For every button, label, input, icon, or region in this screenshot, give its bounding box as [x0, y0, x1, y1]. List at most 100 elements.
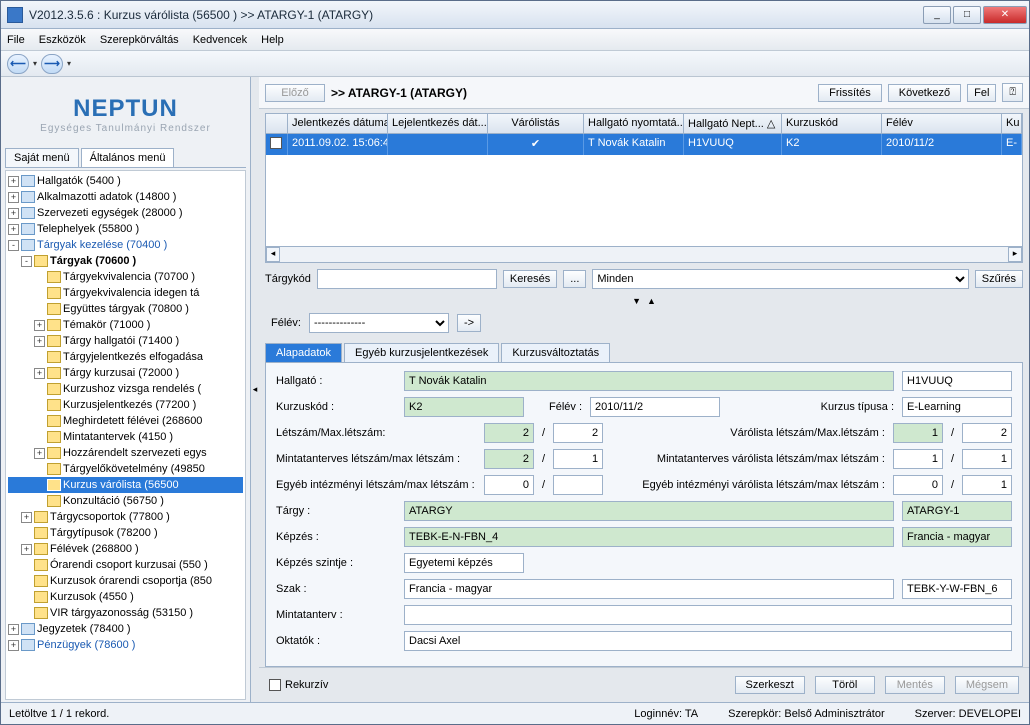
vertical-splitter[interactable]: ◂ [251, 77, 259, 702]
tree-node[interactable]: - Tárgyak kezelése (70400 ) [8, 237, 243, 253]
next-button[interactable]: Következő [888, 84, 961, 102]
tree-label: Meghirdetett félévei (268600 [63, 413, 202, 429]
tree-node[interactable]: Kurzusok (4550 ) [8, 589, 243, 605]
tab-kurzusvaltoztatas[interactable]: Kurzusváltoztatás [501, 343, 610, 362]
expander-icon[interactable]: + [21, 544, 32, 555]
scroll-track[interactable] [280, 247, 1008, 262]
data-grid[interactable]: Jelentkezés dátuma Lejelentkezés dát... … [265, 113, 1023, 263]
refresh-button[interactable]: Frissítés [818, 84, 882, 102]
grid-col[interactable]: Félév [882, 114, 1002, 133]
grid-col[interactable]: Lejelentkezés dát... [388, 114, 488, 133]
menu-rolechange[interactable]: Szerepkörváltás [100, 34, 179, 46]
tab-egyeb-kurzusjelentkezesek[interactable]: Egyéb kurzusjelentkezések [344, 343, 499, 362]
tree-node[interactable]: Kurzushoz vizsga rendelés ( [8, 381, 243, 397]
tree-node[interactable]: + Hozzárendelt szervezeti egys [8, 445, 243, 461]
tree-node[interactable]: Együttes tárgyak (70800 ) [8, 301, 243, 317]
tab-alapadatok[interactable]: Alapadatok [265, 343, 342, 362]
grid-col[interactable]: Ku [1002, 114, 1022, 133]
tree-node[interactable]: Tárgytípusok (78200 ) [8, 525, 243, 541]
tree-node[interactable]: + Telephelyek (55800 ) [8, 221, 243, 237]
nav-forward-button[interactable]: ⟶ [41, 54, 63, 74]
tree-node[interactable]: - Tárgyak (70600 ) [8, 253, 243, 269]
expander-icon[interactable]: + [34, 336, 45, 347]
tree-node[interactable]: + Tárgycsoportok (77800 ) [8, 509, 243, 525]
expander-icon[interactable]: - [8, 240, 19, 251]
expander-icon[interactable]: + [8, 624, 19, 635]
szures-button[interactable]: Szűrés [975, 270, 1023, 288]
kereses-button[interactable]: Keresés [503, 270, 557, 288]
menu-favorites[interactable]: Kedvencek [193, 34, 247, 46]
menu-tools[interactable]: Eszközök [39, 34, 86, 46]
megsem-button[interactable]: Mégsem [955, 676, 1019, 694]
grid-col[interactable]: Várólistás [488, 114, 584, 133]
torol-button[interactable]: Töröl [815, 676, 875, 694]
nav-back-dropdown[interactable]: ▾ [33, 59, 37, 68]
expander-icon[interactable]: + [8, 224, 19, 235]
expander-icon[interactable]: - [21, 256, 32, 267]
tree-node[interactable]: + Hallgatók (5400 ) [8, 173, 243, 189]
tree-node[interactable]: Tárgyekvivalencia (70700 ) [8, 269, 243, 285]
mentes-button[interactable]: Mentés [885, 676, 945, 694]
tree-node[interactable]: + Tárgy kurzusai (72000 ) [8, 365, 243, 381]
horizontal-splitter[interactable]: ▼▲ [259, 295, 1029, 307]
nav-forward-dropdown[interactable]: ▾ [67, 59, 71, 68]
rekurziv-checkbox[interactable]: Rekurzív [269, 679, 328, 691]
navigation-tree[interactable]: + Hallgatók (5400 )+ Alkalmazotti adatok… [5, 170, 246, 700]
expander-icon[interactable]: + [8, 208, 19, 219]
expander-icon[interactable]: + [8, 176, 19, 187]
maximize-button[interactable]: □ [953, 6, 981, 24]
minimize-button[interactable]: _ [923, 6, 951, 24]
tree-node[interactable]: Mintatantervek (4150 ) [8, 429, 243, 445]
szerkeszt-button[interactable]: Szerkeszt [735, 676, 805, 694]
expander-icon[interactable]: + [21, 512, 32, 523]
scroll-right-icon[interactable]: ▸ [1008, 247, 1022, 262]
grid-row[interactable]: 2011.09.02. 15:06:4 ✔ T Novák Katalin H1… [266, 134, 1022, 155]
tree-node[interactable]: Meghirdetett félévei (268600 [8, 413, 243, 429]
tree-node[interactable]: + Témakör (71000 ) [8, 317, 243, 333]
dots-button[interactable]: ... [563, 270, 586, 288]
grid-col[interactable]: Hallgató Nept... △ [684, 114, 782, 133]
scroll-left-icon[interactable]: ◂ [266, 247, 280, 262]
tree-node[interactable]: Kurzusjelentkezés (77200 ) [8, 397, 243, 413]
tree-node[interactable]: + Szervezeti egységek (28000 ) [8, 205, 243, 221]
grid-col[interactable]: Hallgató nyomtatá... [584, 114, 684, 133]
tree-node[interactable]: Órarendi csoport kurzusai (550 ) [8, 557, 243, 573]
grid-col[interactable]: Kurzuskód [782, 114, 882, 133]
expander-icon[interactable]: + [8, 192, 19, 203]
close-button[interactable]: ✕ [983, 6, 1027, 24]
tree-node[interactable]: Kurzusok órarendi csoportja (850 [8, 573, 243, 589]
szak-code-field: TEBK-Y-W-FBN_6 [902, 579, 1012, 599]
expander-icon[interactable]: + [8, 640, 19, 651]
expander-icon[interactable]: + [34, 448, 45, 459]
grid-col[interactable]: Jelentkezés dátuma [288, 114, 388, 133]
tree-node[interactable]: Kurzus várólista (56500 [8, 477, 243, 493]
menu-file[interactable]: File [7, 34, 25, 46]
menu-help[interactable]: Help [261, 34, 284, 46]
expander-icon[interactable]: + [34, 320, 45, 331]
nav-back-button[interactable]: ⟵ [7, 54, 29, 74]
tree-node[interactable]: VIR tárgyazonosság (53150 ) [8, 605, 243, 621]
tree-node[interactable]: + Tárgy hallgatói (71400 ) [8, 333, 243, 349]
up-button[interactable]: Fel [967, 84, 996, 102]
tree-node[interactable]: + Jegyzetek (78400 ) [8, 621, 243, 637]
grid-col-check[interactable] [266, 114, 288, 133]
tab-altalanos-menu[interactable]: Általános menü [81, 148, 175, 167]
targykod-input[interactable] [317, 269, 497, 289]
felev-select[interactable]: -------------- [309, 313, 449, 333]
felev-go-button[interactable]: -> [457, 314, 481, 332]
tree-node[interactable]: + Pénzügyek (78600 ) [8, 637, 243, 653]
tab-sajat-menu[interactable]: Saját menü [5, 148, 79, 167]
filter-select[interactable]: Minden [592, 269, 968, 289]
diamond-icon [21, 191, 35, 203]
expander-icon[interactable]: + [34, 368, 45, 379]
row-checkbox[interactable] [266, 134, 288, 155]
tree-node[interactable]: Tárgyjelentkezés elfogadása [8, 349, 243, 365]
tree-node[interactable]: Konzultáció (56750 ) [8, 493, 243, 509]
help-icon-button[interactable]: ⍰ [1002, 83, 1023, 102]
tree-node[interactable]: Tárgyelőkövetelmény (49850 [8, 461, 243, 477]
tree-node[interactable]: + Félévek (268800 ) [8, 541, 243, 557]
prev-button[interactable]: Előző [265, 84, 325, 102]
grid-hscroll[interactable]: ◂ ▸ [266, 246, 1022, 262]
tree-node[interactable]: Tárgyekvivalencia idegen tá [8, 285, 243, 301]
tree-node[interactable]: + Alkalmazotti adatok (14800 ) [8, 189, 243, 205]
